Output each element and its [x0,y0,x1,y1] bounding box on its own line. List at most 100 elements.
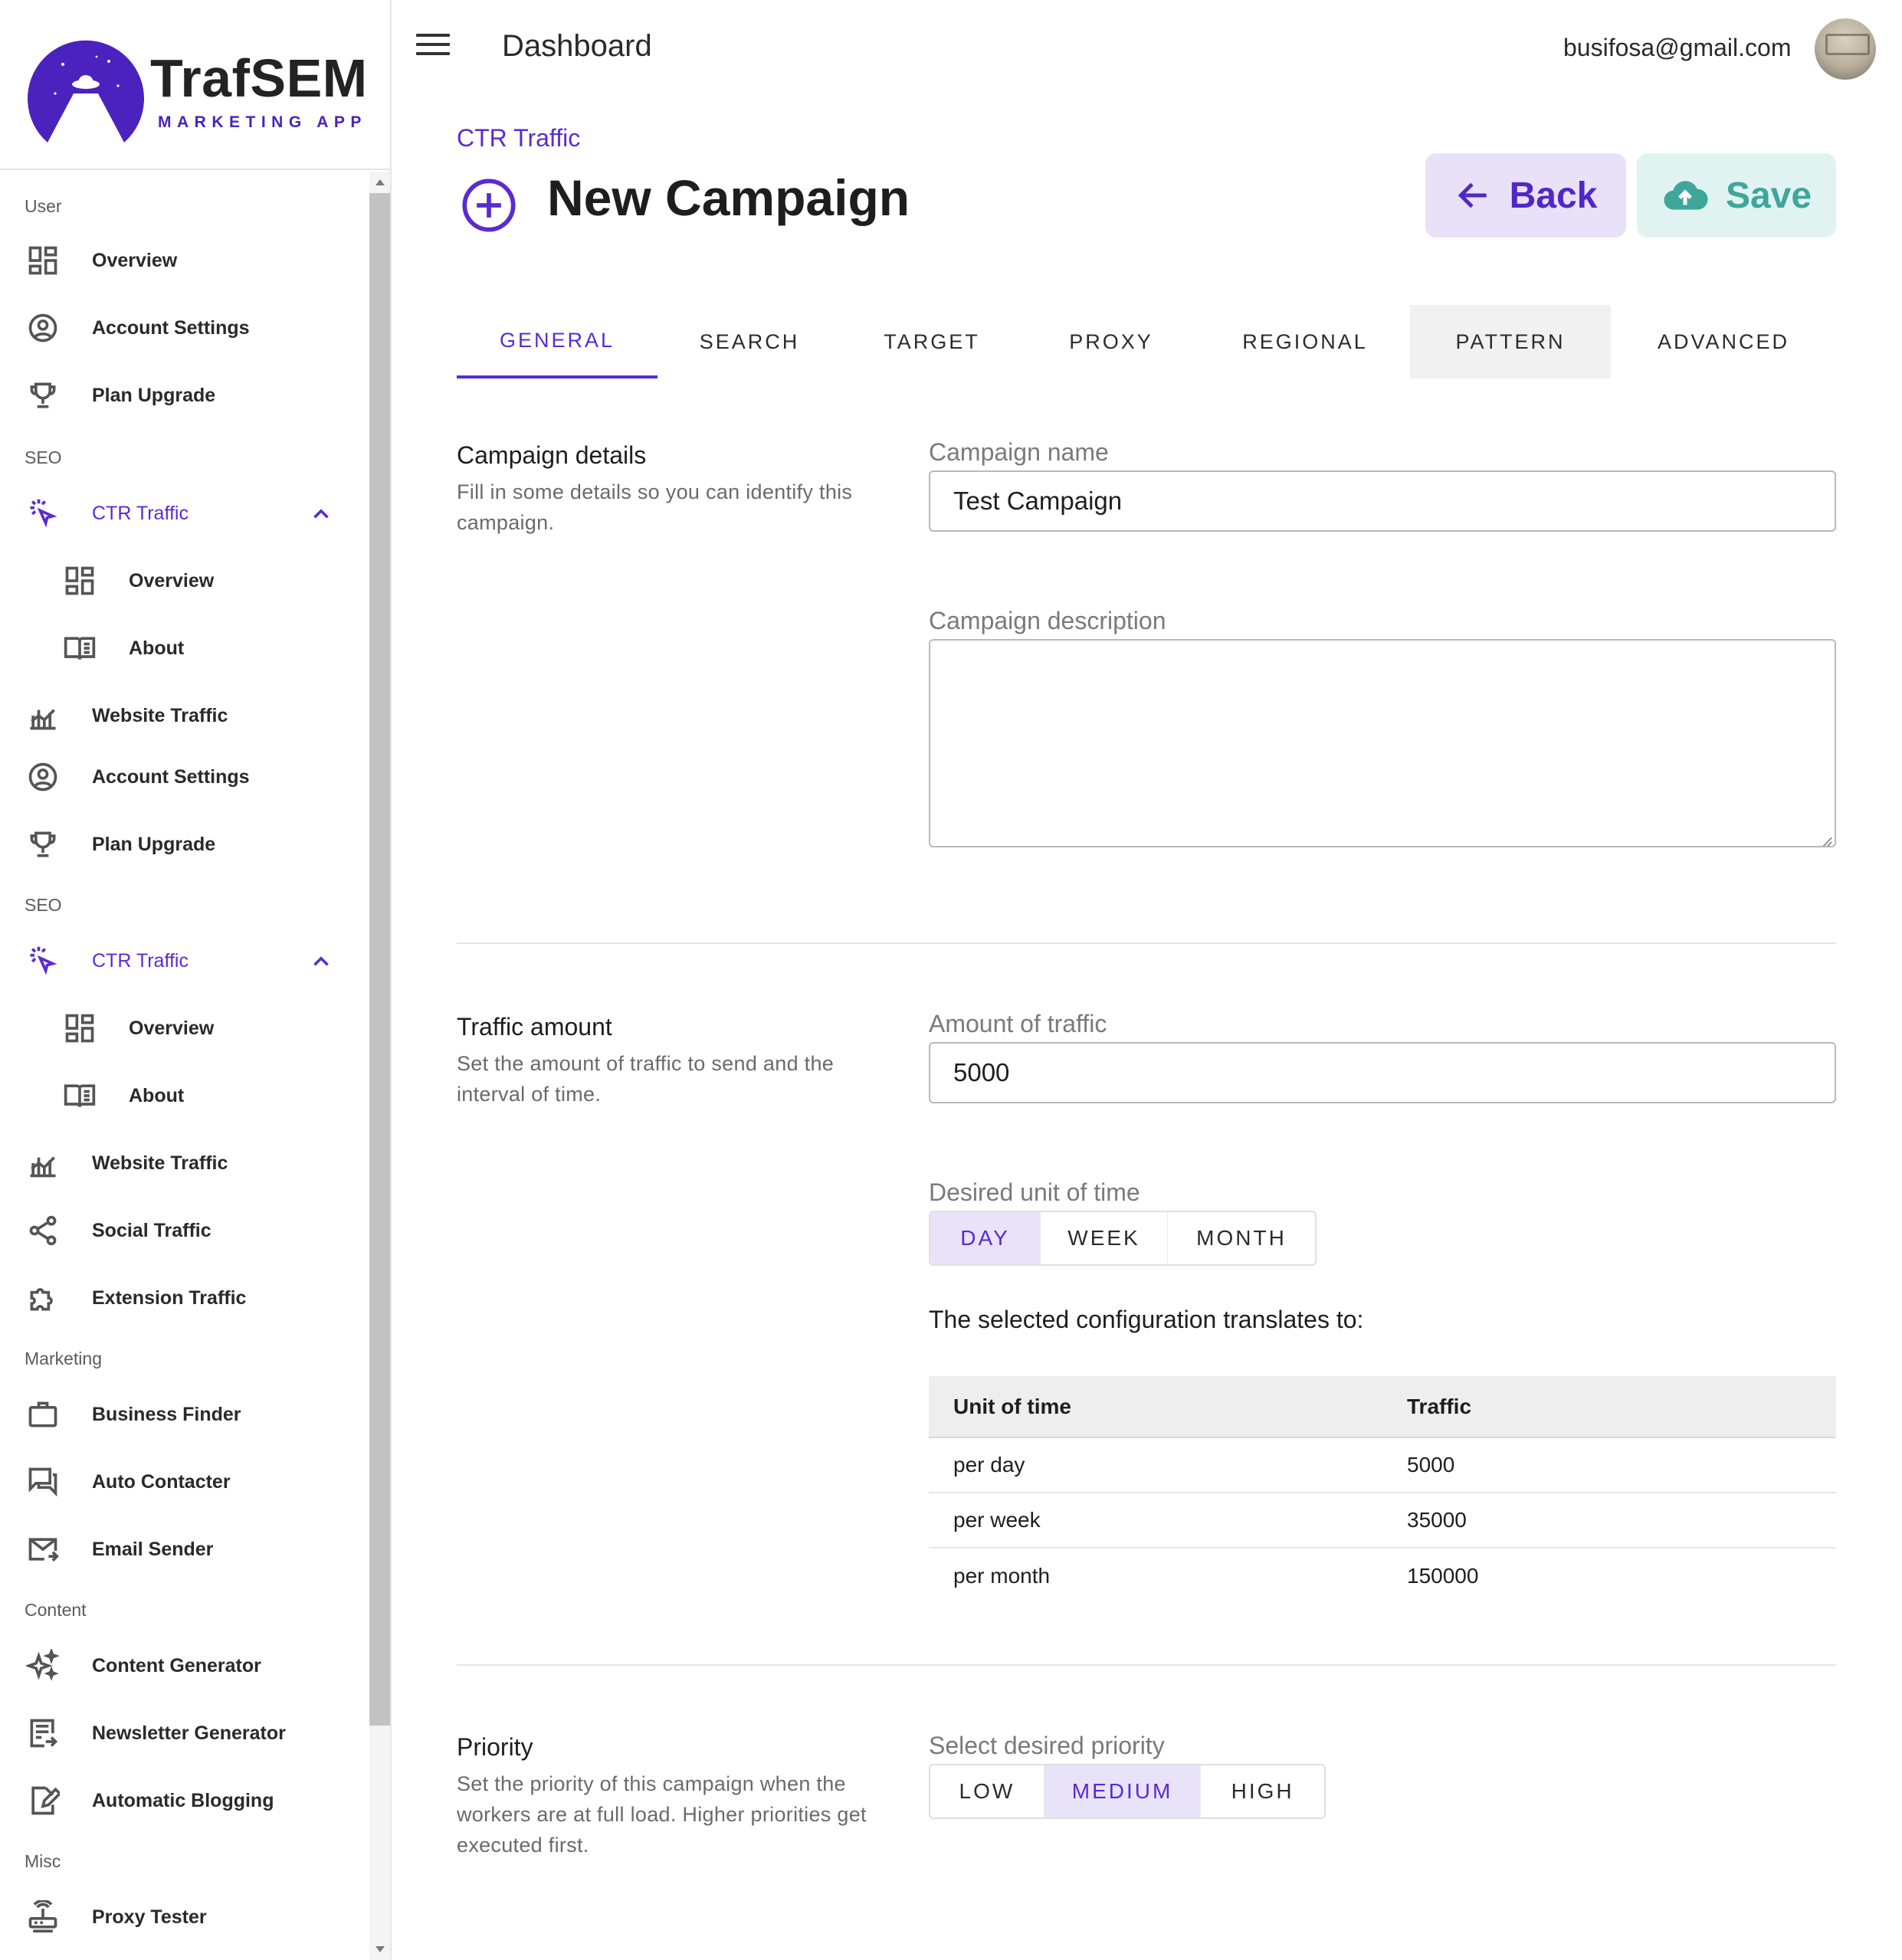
priority-label: Select desired priority [929,1732,1165,1759]
traffic-amount-description: Set the amount of traffic to send and th… [457,1052,835,1106]
puzzle-icon [23,1283,63,1313]
table-header-row: Unit of time Traffic [929,1376,1836,1438]
user-email[interactable]: busifosa@gmail.com [1563,34,1791,62]
sidebar-item-ctr-traffic[interactable]: CTR Traffic [0,483,368,544]
sidebar-item-label: Newsletter Generator [92,1722,286,1744]
sidebar-item-label: Plan Upgrade [92,384,216,406]
priority-low-button[interactable]: LOW [930,1765,1044,1817]
sidebar-item-account-settings-2[interactable]: Account Settings [0,746,368,808]
sidebar-item-plan-upgrade[interactable]: Plan Upgrade [0,365,368,426]
priority-medium-button[interactable]: MEDIUM [1044,1765,1202,1817]
sidebar-item-label: Overview [92,249,178,271]
traffic-amount-title: Traffic amount [457,1013,612,1041]
sidebar-item-website-traffic[interactable]: Website Traffic [0,685,368,746]
sidebar-item-ctr-about[interactable]: About [0,618,368,679]
unit-of-time-toggle: DAY WEEK MONTH [929,1211,1317,1266]
sidebar-item-plan-upgrade-2[interactable]: Plan Upgrade [0,814,368,875]
table-row: per month 150000 [929,1548,1836,1603]
column-header-unit-of-time: Unit of time [929,1376,1382,1438]
briefcase-icon [23,1399,63,1430]
edit-document-icon [23,1785,63,1816]
scroll-up-arrow-icon[interactable] [375,179,385,185]
priority-high-button[interactable]: HIGH [1201,1765,1324,1817]
table-cell: per month [953,1563,1051,1588]
router-icon [23,1900,63,1933]
sidebar-item-email-sender[interactable]: Email Sender [0,1519,368,1580]
sidebar-scrollbar[interactable] [369,172,390,1960]
campaign-name-input[interactable] [929,470,1836,532]
back-button[interactable]: Back [1425,153,1626,238]
sidebar-item-ctr-overview[interactable]: Overview [0,550,368,611]
campaign-name-label: Campaign name [929,438,1109,466]
section-misc: Misc [25,1851,61,1871]
avatar[interactable] [1815,18,1876,80]
menu-icon[interactable] [416,34,450,61]
sidebar-item-label: Website Traffic [92,1152,228,1174]
sidebar-item-automatic-blogging[interactable]: Automatic Blogging [0,1770,368,1831]
sidebar-item-social-traffic[interactable]: Social Traffic [0,1200,368,1261]
tab-general[interactable]: GENERAL [457,305,658,379]
book-icon [60,633,100,664]
configuration-summary-text: The selected configuration translates to… [929,1306,1364,1333]
account-circle-icon [23,762,63,792]
email-icon [23,1534,63,1565]
sidebar: TrafSEM MARKETING APP User Overview Acco… [0,0,392,1960]
section-divider [457,1664,1836,1666]
priority-toggle: LOW MEDIUM HIGH [929,1764,1326,1819]
chevron-up-icon[interactable] [308,501,334,527]
sidebar-item-label: Proxy Tester [92,1906,207,1928]
cloud-upload-icon [1664,181,1708,210]
dashboard-icon [60,1013,100,1044]
section-content: Content [25,1600,87,1620]
campaign-description-input[interactable] [929,639,1836,847]
sidebar-item-auto-contacter[interactable]: Auto Contacter [0,1451,368,1513]
chevron-up-icon[interactable] [308,949,334,975]
account-circle-icon [23,313,63,343]
unit-week-button[interactable]: WEEK [1041,1212,1168,1264]
sidebar-item-proxy-tester[interactable]: Proxy Tester [0,1886,368,1948]
section-divider [457,942,1836,944]
sidebar-item-account-settings[interactable]: Account Settings [0,297,368,359]
sidebar-item-newsletter-generator[interactable]: Newsletter Generator [0,1703,368,1764]
trophy-icon [23,380,63,411]
sidebar-item-label: Account Settings [92,316,250,339]
header-title: Dashboard [502,29,652,63]
table-cell: 150000 [1407,1563,1479,1588]
sidebar-item-extension-traffic[interactable]: Extension Traffic [0,1267,368,1329]
dashboard-icon [60,565,100,596]
logo[interactable]: TrafSEM MARKETING APP [0,0,390,170]
sidebar-item-overview[interactable]: Overview [0,230,368,291]
sidebar-item-ctr-traffic-2[interactable]: CTR Traffic [0,930,368,991]
tab-pattern[interactable]: PATTERN [1410,305,1611,379]
resize-grip-icon[interactable] [1819,834,1833,847]
sidebar-item-label: Overview [129,569,215,592]
table-cell: 35000 [1382,1493,1836,1549]
tab-target[interactable]: TARGET [841,305,1022,379]
tab-search[interactable]: SEARCH [658,305,841,379]
traffic-table: Unit of time Traffic per day 5000 per we… [929,1376,1836,1603]
tab-proxy[interactable]: PROXY [1022,305,1200,379]
scroll-down-arrow-icon[interactable] [375,1946,385,1952]
sidebar-item-label: CTR Traffic [92,502,189,524]
sidebar-item-business-finder[interactable]: Business Finder [0,1384,368,1445]
sidebar-nav: User Overview Account Settings Plan Upgr… [0,172,368,1960]
tab-regional[interactable]: REGIONAL [1200,305,1410,379]
sidebar-item-ctr-overview-2[interactable]: Overview [0,998,368,1059]
sidebar-item-label: Overview [129,1017,215,1039]
sidebar-item-website-traffic-2[interactable]: Website Traffic [0,1132,368,1194]
column-header-traffic: Traffic [1382,1376,1836,1438]
scrollbar-thumb[interactable] [369,193,390,1726]
save-button[interactable]: Save [1637,153,1836,238]
unit-day-button[interactable]: DAY [930,1212,1041,1264]
sidebar-item-ctr-about-2[interactable]: About [0,1065,368,1126]
sidebar-item-label: Website Traffic [92,704,228,726]
amount-of-traffic-input[interactable] [929,1042,1836,1103]
share-icon [23,1215,63,1246]
sidebar-item-content-generator[interactable]: Content Generator [0,1635,368,1696]
sidebar-item-label: Plan Upgrade [92,833,216,855]
unit-month-button[interactable]: MONTH [1168,1212,1315,1264]
breadcrumb[interactable]: CTR Traffic [457,124,580,152]
tab-advanced[interactable]: ADVANCED [1611,305,1836,379]
add-circle-icon [462,179,516,232]
section-seo: SEO [25,447,62,467]
